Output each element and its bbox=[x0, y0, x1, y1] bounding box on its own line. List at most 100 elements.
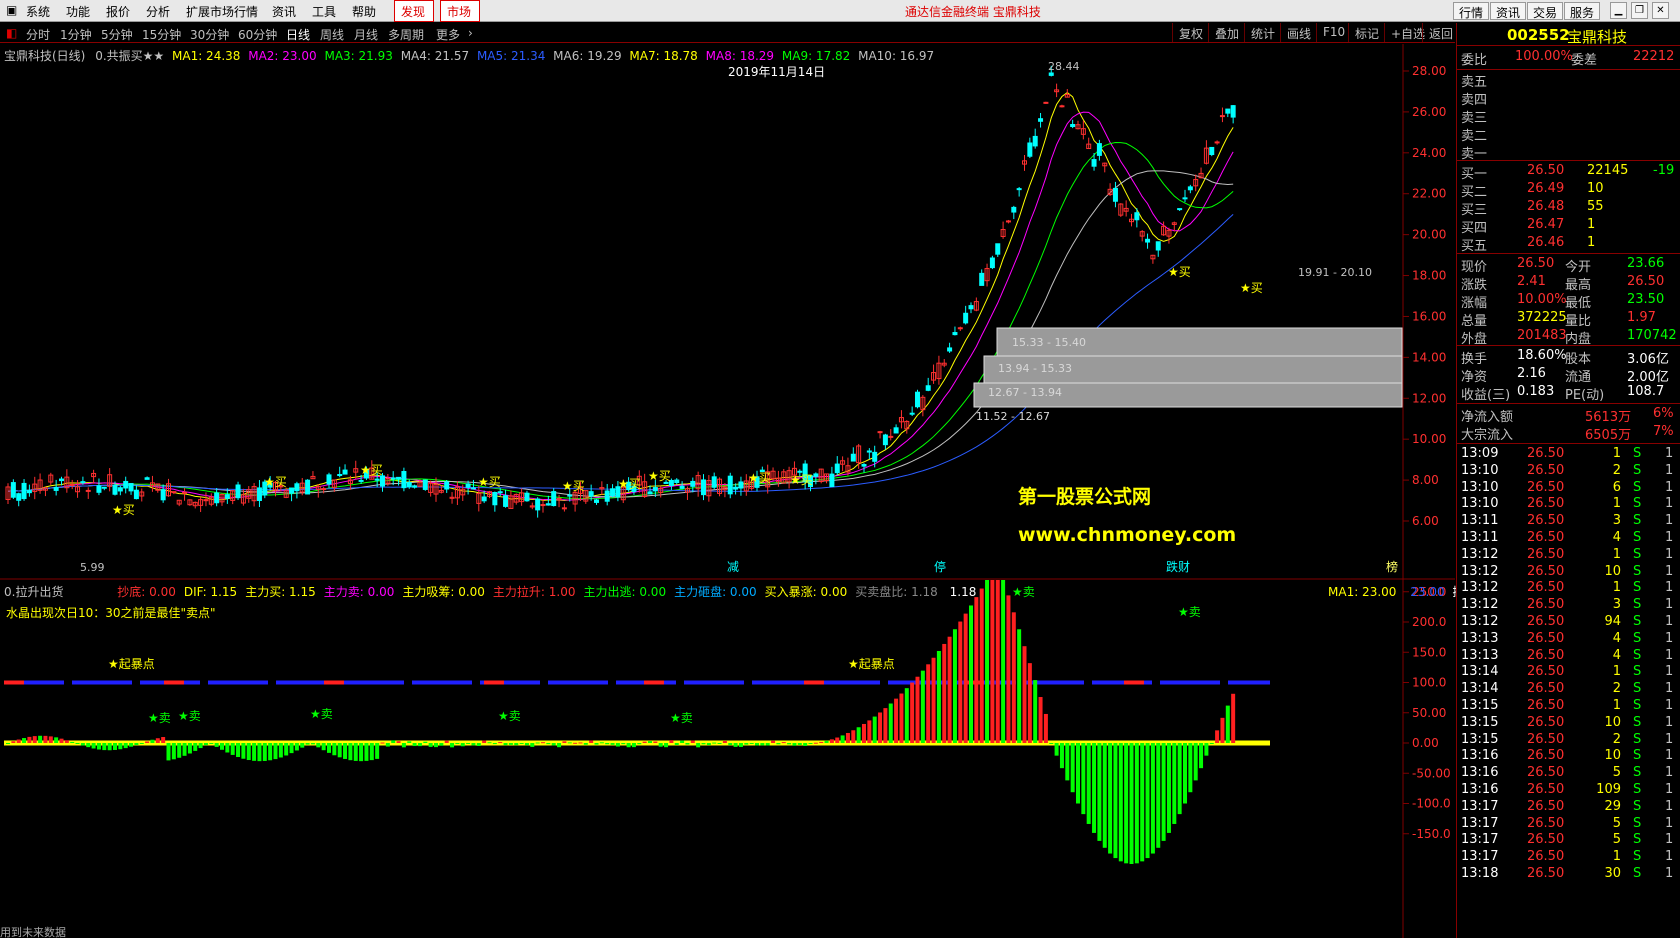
weibi-label: 委比 bbox=[1461, 53, 1488, 68]
indicator-bar bbox=[1183, 743, 1187, 804]
weicha-label: 委差 bbox=[1571, 53, 1598, 68]
tick-row-cell-3: 2 bbox=[1612, 681, 1621, 697]
tick-row-cell-1: 13:15 bbox=[1461, 698, 1499, 713]
period-tab-15min[interactable]: 15分钟 bbox=[142, 26, 181, 43]
back-button[interactable]: 返回 bbox=[1422, 23, 1459, 42]
indicator-bar bbox=[444, 740, 449, 743]
weibi-row: 委比 100.00% 委差 22212 bbox=[1457, 48, 1680, 68]
indicator-dropdown[interactable]: 0.共振买★★ bbox=[95, 49, 164, 63]
indicator-bar bbox=[305, 743, 310, 745]
period-tab-1min[interactable]: 1分钟 bbox=[60, 26, 92, 43]
trade-button[interactable]: 交易 bbox=[1527, 2, 1564, 20]
draw-line-button[interactable]: 画线 bbox=[1280, 23, 1317, 42]
buy-signal: ★买 bbox=[112, 503, 135, 517]
period-tab-multi[interactable]: 多周期 bbox=[388, 26, 424, 43]
support-boxes: 15.33 - 15.40 13.94 - 15.33 12.67 - 13.94 1… bbox=[973, 327, 1403, 423]
menu-item-system[interactable]: 系统 bbox=[26, 3, 50, 20]
indicator-bar bbox=[690, 740, 695, 743]
indicator-name[interactable]: 0.拉升出货 bbox=[4, 585, 63, 599]
indicator-chart[interactable]: 300.0250.0200.0150.0100.050.000.00-50.00… bbox=[0, 555, 1455, 938]
app-window: ▣ 系统 功能 报价 分析 扩展市场行情 资讯 工具 帮助 发现 市场 通达信金… bbox=[0, 0, 1680, 938]
indicator-bar bbox=[717, 743, 722, 744]
menu-item-analysis[interactable]: 分析 bbox=[146, 3, 170, 20]
tick-row-cell-5: 1 bbox=[1665, 765, 1674, 781]
indicator-bar bbox=[332, 743, 337, 756]
flow-row: 大宗流入 6505万 7% bbox=[1457, 423, 1680, 443]
tick-row-cell-4: S bbox=[1633, 563, 1642, 579]
tick-row-cell-4: S bbox=[1633, 513, 1642, 529]
tick-row-cell-2: 26.50 bbox=[1527, 597, 1565, 613]
market-tab[interactable]: 市场 bbox=[440, 0, 480, 22]
minimize-icon[interactable]: ▁ bbox=[1610, 2, 1627, 19]
indicator-bar bbox=[348, 743, 353, 761]
tick-row-cell-1: 13:12 bbox=[1461, 580, 1499, 596]
period-tab-monthly[interactable]: 月线 bbox=[354, 26, 378, 43]
kline-chart[interactable]: 15.33 - 15.40 13.94 - 15.33 12.67 - 13.94 1… bbox=[0, 44, 1455, 580]
statistics-button[interactable]: 统计 bbox=[1244, 23, 1281, 42]
candle-body bbox=[947, 347, 953, 352]
menu-item-quote[interactable]: 报价 bbox=[106, 3, 130, 20]
watermark-title: 第一股票公式网 bbox=[1018, 485, 1151, 508]
tick-row-cell-5: 1 bbox=[1665, 714, 1674, 730]
tick-row-cell-4: S bbox=[1633, 748, 1642, 764]
panel-menu-icon[interactable]: ◧ bbox=[6, 26, 17, 40]
kline-panel[interactable]: 15.33 - 15.40 13.94 - 15.33 12.67 - 13.94 1… bbox=[0, 44, 1455, 580]
restore-rights-button[interactable]: 复权 bbox=[1172, 23, 1209, 42]
discover-tab[interactable]: 发现 bbox=[394, 0, 434, 22]
candle-body bbox=[481, 496, 487, 502]
indicator-bar bbox=[32, 736, 37, 743]
period-tab-daily[interactable]: 日线 bbox=[286, 26, 310, 43]
overlay-button[interactable]: 叠加 bbox=[1208, 23, 1245, 42]
service-button[interactable]: 服务 bbox=[1564, 2, 1601, 20]
menu-system-icon[interactable]: ▣ bbox=[6, 3, 17, 17]
tick-row-cell-4: S bbox=[1633, 731, 1642, 747]
period-tab-weekly[interactable]: 周线 bbox=[320, 26, 344, 43]
close-icon[interactable]: ✕ bbox=[1652, 2, 1669, 19]
chevron-right-icon[interactable]: › bbox=[468, 26, 473, 40]
indicator-bar bbox=[1150, 743, 1155, 854]
indicator-bar bbox=[1129, 743, 1134, 864]
buy-row-cell-2: 26.49 bbox=[1527, 181, 1565, 196]
fundamental-row: 换手 18.60% 股本 3.06亿 bbox=[1457, 347, 1680, 367]
tick-row-cell-1: 13:12 bbox=[1461, 546, 1499, 562]
quote-button[interactable]: 行情 bbox=[1453, 2, 1490, 20]
indicator-panel[interactable]: 300.0250.0200.0150.0100.050.000.00-50.00… bbox=[0, 555, 1464, 938]
menu-item-help[interactable]: 帮助 bbox=[352, 3, 376, 20]
mark-button[interactable]: 标记 bbox=[1348, 23, 1385, 42]
menu-item-news[interactable]: 资讯 bbox=[272, 3, 296, 20]
tick-row-cell-1: 13:13 bbox=[1461, 630, 1499, 646]
tick-row-cell-4: S bbox=[1633, 798, 1642, 814]
tick-row-cell-5: 1 bbox=[1665, 546, 1674, 562]
news-button[interactable]: 资讯 bbox=[1490, 2, 1527, 20]
indicator-bar bbox=[562, 741, 567, 743]
candle-body bbox=[59, 478, 64, 482]
menu-item-tools[interactable]: 工具 bbox=[312, 3, 336, 20]
maximize-icon[interactable]: ❐ bbox=[1631, 2, 1648, 19]
sell-label: ★卖 bbox=[310, 707, 333, 721]
candle-body bbox=[850, 453, 856, 462]
tick-row-cell-3: 1 bbox=[1612, 546, 1621, 562]
period-tab-5min[interactable]: 5分钟 bbox=[101, 26, 133, 43]
indicator-bar bbox=[771, 740, 776, 743]
period-tab-30min[interactable]: 30分钟 bbox=[190, 26, 229, 43]
candle-body bbox=[963, 312, 969, 324]
period-tab-60min[interactable]: 60分钟 bbox=[238, 26, 277, 43]
tick-row-cell-1: 13:13 bbox=[1461, 647, 1499, 663]
f10-button[interactable]: F10 bbox=[1316, 23, 1351, 42]
menu-item-ext-market[interactable]: 扩展市场行情 bbox=[186, 3, 258, 20]
period-tab-fenshi[interactable]: 分时 bbox=[26, 26, 50, 43]
indicator-note: 水晶出现次日10：30之前是最佳"卖点" bbox=[6, 606, 216, 620]
tick-row-cell-1: 13:12 bbox=[1461, 597, 1499, 613]
indicator-bar bbox=[380, 742, 385, 744]
ma-legend-item-1: MA1: 24.38 bbox=[172, 49, 241, 63]
period-tab-more[interactable]: 更多 bbox=[436, 26, 460, 43]
support-box-label: 13.94 - 15.33 bbox=[998, 362, 1072, 375]
menu-item-function[interactable]: 功能 bbox=[66, 3, 90, 20]
tick-row-cell-3: 30 bbox=[1604, 866, 1621, 881]
flow-row-cell-2: 6505万 bbox=[1585, 428, 1632, 443]
ma-legend-item-6: MA6: 19.29 bbox=[549, 49, 622, 63]
tick-row-cell-5: 1 bbox=[1665, 832, 1674, 848]
stat-row-cell-4: 23.50 bbox=[1627, 292, 1665, 307]
indicator-bar bbox=[658, 743, 663, 747]
indicator-bar bbox=[851, 730, 856, 743]
